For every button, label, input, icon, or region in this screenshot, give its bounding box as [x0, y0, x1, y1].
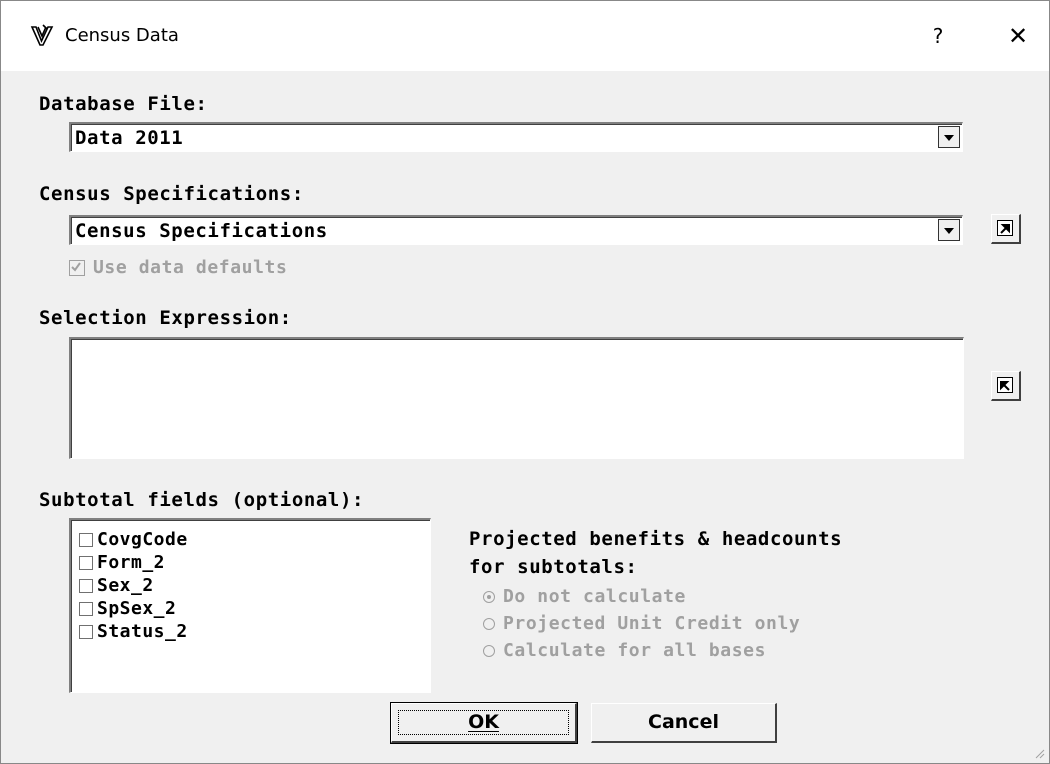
open-census-specifications-button[interactable]	[991, 214, 1021, 244]
list-item-label: Sex_2	[97, 575, 154, 596]
database-file-value: Data 2011	[75, 127, 184, 149]
list-item[interactable]: Sex_2	[79, 574, 430, 597]
chevron-down-icon	[944, 228, 954, 234]
list-item[interactable]: Status_2	[79, 620, 430, 643]
check-icon	[69, 259, 85, 276]
radio-label: Projected Unit Credit only	[503, 613, 801, 634]
expand-arrow-icon	[997, 377, 1013, 393]
cancel-label: Cancel	[648, 711, 719, 733]
database-file-dropdown-button[interactable]	[938, 126, 960, 148]
list-item[interactable]: SpSex_2	[79, 597, 430, 620]
cancel-button[interactable]: Cancel	[591, 703, 777, 743]
selection-expression-label: Selection Expression:	[39, 307, 292, 329]
database-file-label: Database File:	[39, 93, 208, 115]
census-data-dialog: Census Data ? ✕ Database File: Data 2011…	[0, 0, 1050, 764]
checkbox-icon[interactable]	[79, 578, 93, 593]
list-item-label: CovgCode	[97, 529, 188, 550]
census-specifications-dropdown-button[interactable]	[938, 219, 960, 241]
list-item-label: SpSex_2	[97, 598, 177, 619]
radio-label: Do not calculate	[503, 586, 686, 607]
checkbox-icon[interactable]	[79, 555, 93, 570]
use-data-defaults-checkbox[interactable]: Use data defaults	[69, 257, 287, 278]
projected-heading-line1: Projected benefits & headcounts	[469, 528, 843, 550]
title-bar: Census Data ? ✕	[1, 1, 1049, 71]
list-item-label: Form_2	[97, 552, 166, 573]
chevron-down-icon	[944, 135, 954, 141]
radio-label: Calculate for all bases	[503, 640, 767, 661]
checkbox-icon[interactable]	[79, 624, 93, 639]
resize-grip-icon[interactable]	[1033, 747, 1045, 759]
census-specifications-dropdown[interactable]: Census Specifications	[69, 215, 963, 245]
list-item-label: Status_2	[97, 621, 188, 642]
database-file-dropdown[interactable]: Data 2011	[69, 122, 963, 152]
help-button[interactable]: ?	[921, 19, 955, 53]
list-item[interactable]: CovgCode	[79, 528, 430, 551]
radio-calculate-all-bases[interactable]: Calculate for all bases	[483, 637, 800, 664]
subtotal-fields-list[interactable]: CovgCode Form_2 Sex_2 SpSex_2 Status_2	[69, 518, 431, 693]
close-button[interactable]: ✕	[1001, 19, 1035, 53]
projected-benefits-heading: Projected benefits & headcounts for subt…	[469, 525, 842, 581]
list-item[interactable]: Form_2	[79, 551, 430, 574]
projected-options-radio-group: Do not calculate Projected Unit Credit o…	[483, 583, 800, 664]
expression-builder-button[interactable]	[991, 371, 1021, 401]
window-title: Census Data	[65, 25, 179, 46]
radio-icon	[483, 644, 495, 657]
checkbox-icon[interactable]	[79, 532, 93, 547]
projected-heading-line2: for subtotals:	[469, 556, 638, 578]
use-data-defaults-label: Use data defaults	[93, 257, 288, 278]
radio-do-not-calculate[interactable]: Do not calculate	[483, 583, 800, 610]
radio-icon	[483, 617, 495, 630]
app-logo-icon	[30, 24, 54, 46]
census-specifications-value: Census Specifications	[75, 220, 328, 242]
selection-expression-input[interactable]	[69, 337, 964, 459]
radio-projected-unit-credit[interactable]: Projected Unit Credit only	[483, 610, 800, 637]
census-specifications-label: Census Specifications:	[39, 183, 304, 205]
subtotal-fields-label: Subtotal fields (optional):	[39, 489, 365, 511]
open-link-icon	[997, 220, 1013, 236]
checkbox-icon[interactable]	[79, 601, 93, 616]
focus-rectangle	[398, 710, 569, 735]
ok-button[interactable]: OK	[390, 702, 578, 744]
radio-selected-icon	[483, 590, 495, 603]
